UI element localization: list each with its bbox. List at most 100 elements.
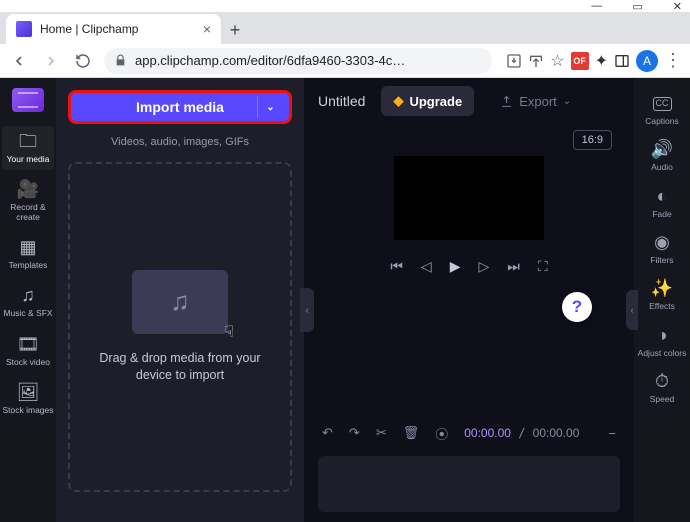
url-field[interactable]: app.clipchamp.com/editor/6dfa9460-3303-4… [104,48,492,74]
skip-end-icon[interactable]: ⏭ [507,258,520,275]
tab-title: Home | Clipchamp [40,22,138,36]
filters-icon: ◉ [654,233,670,253]
sidepanel-icon[interactable] [614,53,630,69]
play-button[interactable]: ▶ [450,258,461,275]
time-total: 00:00.00 [533,426,580,440]
app-logo-icon[interactable] [12,88,44,112]
top-bar: Untitled ◆ Upgrade Export ⌄ [304,78,634,124]
sidebar-item-templates[interactable]: ▦Templates [2,232,54,276]
undo-button[interactable]: ↶ [322,425,333,441]
rail-label: Templates [9,261,48,270]
rr-label: Adjust colors [638,349,687,358]
zoom-out-button[interactable]: − [608,426,616,441]
rr-item-speed[interactable]: ⏱Speed [636,366,688,410]
rr-item-adjust-colors[interactable]: ◑ Adjust colors [636,320,688,364]
lock-icon [114,54,127,67]
rr-label: Effects [649,302,675,311]
sidebar-item-your-media[interactable]: 🗀 Your media [2,126,54,170]
rr-item-captions[interactable]: CC Captions [636,88,688,132]
chevron-down-icon: ⌄ [563,96,571,107]
left-rail: 🗀Your media 🎥Record & create ▦Templates … [0,78,56,522]
dropzone-text: Drag & drop media from your device to im… [90,350,270,385]
folder-icon: 🗀 [19,132,37,152]
time-current: 00:00.00 [464,426,511,440]
star-icon[interactable]: ☆ [550,51,564,71]
rr-label: Fade [652,210,671,219]
menu-icon[interactable]: ⋮ [664,50,682,71]
window-controls: — ▭ ✕ [0,0,690,12]
rail-label: Your media [7,155,50,164]
right-rail: ‹ CCCaptions 🔊Audio ◐Fade ◉Filters ✨Effe… [634,78,690,522]
tab-close-icon[interactable]: × [203,21,211,37]
minimize-icon[interactable]: — [591,0,602,12]
back-button[interactable] [8,50,30,72]
media-panel: Import media ⌄ Videos, audio, images, GI… [56,78,304,522]
reload-button[interactable] [72,50,94,72]
export-label: Export [519,94,557,109]
stage: Untitled ◆ Upgrade Export ⌄ 16:9 ⏮ ◁ ▶ ▷ ⏭… [304,78,634,522]
sidebar-item-record-create[interactable]: 🎥Record & create [2,174,54,228]
timeline-track[interactable] [318,456,620,512]
tab-strip: Home | Clipchamp × + [0,12,690,44]
help-button[interactable]: ? [562,292,592,322]
sidebar-item-stock-video[interactable]: 🎞 Stock video [2,329,54,373]
share-icon[interactable] [528,53,544,69]
step-forward-icon[interactable]: ▷ [478,258,489,275]
export-button[interactable]: Export ⌄ [488,86,583,116]
hand-cursor-icon: ☟ [224,322,234,342]
music-icon: ♫ [21,286,35,306]
close-icon[interactable]: ✕ [673,0,682,13]
fullscreen-icon[interactable]: ⛶ [538,258,548,275]
avatar[interactable]: A [636,50,658,72]
forward-button[interactable] [40,50,62,72]
split-button[interactable]: ✂ [376,425,387,441]
diamond-icon: ◆ [393,93,403,109]
rail-label: Stock video [6,358,50,367]
sidebar-item-stock-images[interactable]: 🖼 Stock images [2,377,54,421]
new-tab-button[interactable]: + [221,16,249,44]
import-dropdown-icon[interactable]: ⌄ [257,96,283,118]
dropzone-thumb: ♫☟ [132,270,228,334]
timeline-toolbar: ↶ ↷ ✂ 🗑 ⦿ 00:00.00 / 00:00.00 − [304,418,634,448]
rr-label: Speed [650,395,675,404]
effects-icon: ✨ [651,279,673,299]
favicon-icon [16,21,32,37]
browser-tab[interactable]: Home | Clipchamp × [6,14,221,44]
project-title[interactable]: Untitled [318,93,365,109]
video-canvas[interactable] [394,156,544,240]
media-hint: Videos, audio, images, GIFs [68,136,292,148]
rr-item-filters[interactable]: ◉Filters [636,227,688,271]
extension-icon[interactable]: OF [571,52,589,70]
sidebar-item-music-sfx[interactable]: ♫Music & SFX [2,280,54,324]
camera-icon: 🎥 [17,180,39,200]
film-icon: 🎞 [17,335,40,355]
contrast-icon: ◑ [657,326,668,346]
maximize-icon[interactable]: ▭ [632,0,642,13]
redo-button[interactable]: ↷ [349,425,360,441]
upgrade-label: Upgrade [409,94,462,109]
rr-label: Audio [651,163,673,172]
record-button[interactable]: ⦿ [435,424,448,443]
upload-icon [500,95,513,108]
rr-item-effects[interactable]: ✨ Effects [636,273,688,317]
puzzle-icon[interactable]: ✦ [595,51,608,71]
rr-label: Captions [645,117,679,126]
upgrade-button[interactable]: ◆ Upgrade [381,86,474,116]
install-icon[interactable] [506,53,522,69]
rr-item-audio[interactable]: 🔊 Audio [636,134,688,178]
import-media-button[interactable]: Import media ⌄ [68,90,292,124]
rail-label: Stock images [2,406,53,415]
aspect-ratio-button[interactable]: 16:9 [573,130,612,150]
step-back-icon[interactable]: ◁ [421,258,432,275]
speaker-icon: 🔊 [651,140,673,160]
captions-icon: CC [653,94,672,114]
preview-area: 16:9 ⏮ ◁ ▶ ▷ ⏭ ⛶ [304,124,634,418]
timecode: 00:00.00 / 00:00.00 [464,426,579,440]
image-icon: 🖼 [17,383,40,403]
rr-item-fade[interactable]: ◐ Fade [636,181,688,225]
fade-icon: ◐ [657,187,668,207]
skip-start-icon[interactable]: ⏮ [390,258,403,275]
delete-button[interactable]: 🗑 [403,425,420,441]
right-rail-collapse-button[interactable]: ‹ [626,290,638,330]
media-dropzone[interactable]: ♫☟ Drag & drop media from your device to… [68,162,292,492]
